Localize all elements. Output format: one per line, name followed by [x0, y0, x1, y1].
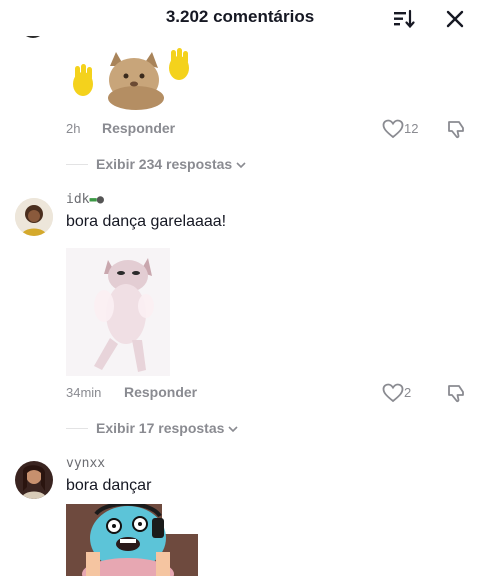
view-replies-button[interactable]: Exibir 17 respostas	[96, 420, 238, 436]
chevron-down-icon	[236, 162, 246, 169]
comment-gif[interactable]	[66, 248, 170, 376]
dislike-icon[interactable]	[446, 119, 466, 139]
heart-icon[interactable]	[382, 119, 404, 139]
comment-username[interactable]: idk▬●	[66, 192, 104, 207]
comment-gif[interactable]	[66, 46, 196, 112]
view-replies-label: Exibir 17 respostas	[96, 420, 225, 436]
comment-text: bora dançar	[66, 477, 152, 494]
view-replies-label: Exibir 234 respostas	[96, 156, 233, 172]
heart-icon[interactable]	[382, 383, 404, 403]
reply-button[interactable]: Responder	[124, 384, 197, 400]
avatar[interactable]	[15, 461, 53, 499]
comments-header: 3.202 comentários	[0, 0, 480, 36]
ninja-emoji: ●	[96, 192, 104, 206]
reply-button[interactable]: Responder	[102, 120, 175, 136]
view-replies-button[interactable]: Exibir 234 respostas	[96, 156, 246, 172]
sort-icon[interactable]	[392, 8, 416, 30]
money-emoji: ▬	[89, 192, 97, 206]
username-label: idk	[66, 192, 90, 207]
comment-username[interactable]: vynxx	[66, 456, 105, 471]
like-count: 2	[404, 385, 412, 400]
comment-time: 34min	[66, 385, 102, 400]
comment-gif[interactable]	[66, 504, 198, 576]
comment-text: bora dança garelaaaa!	[66, 213, 227, 230]
avatar[interactable]	[15, 198, 53, 236]
chevron-down-icon	[228, 426, 238, 433]
comment-time: 2h	[66, 121, 81, 136]
close-icon[interactable]	[444, 8, 466, 30]
like-count: 12	[404, 121, 419, 136]
divider	[66, 428, 88, 429]
divider	[66, 164, 88, 165]
dislike-icon[interactable]	[446, 383, 466, 403]
